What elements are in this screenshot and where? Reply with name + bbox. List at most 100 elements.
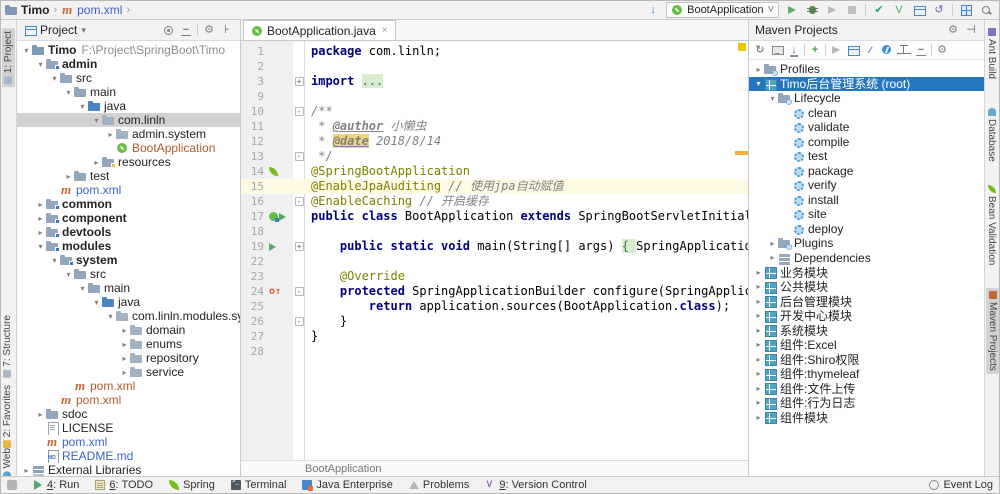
tree-row[interactable]: ▸ 组件:thymeleaf xyxy=(749,367,984,381)
chevron-icon[interactable]: ▾ xyxy=(35,242,46,251)
download-sources-icon[interactable] xyxy=(787,43,801,57)
tree-row[interactable]: ▾ admin xyxy=(17,57,240,71)
hide-panel-icon[interactable]: ⊣ xyxy=(964,23,978,37)
fold-marker-icon[interactable]: - xyxy=(294,317,304,326)
tree-row[interactable]: compile xyxy=(749,135,984,150)
chevron-icon[interactable]: ▸ xyxy=(35,200,46,209)
spring-leaf-gutter-icon[interactable] xyxy=(269,167,278,176)
gear-icon[interactable]: ⚙ xyxy=(946,23,960,37)
tree-row[interactable]: ▸ test xyxy=(17,169,240,183)
tree-row[interactable]: test xyxy=(749,149,984,164)
chevron-icon[interactable]: ▸ xyxy=(119,354,130,363)
code-line-28[interactable]: 28 xyxy=(241,344,748,359)
chevron-icon[interactable]: ▸ xyxy=(35,228,46,237)
locate-file-icon[interactable] xyxy=(161,23,175,37)
tree-row[interactable]: site xyxy=(749,207,984,222)
debug-button[interactable] xyxy=(805,3,819,17)
skip-tests-icon[interactable] xyxy=(863,43,877,57)
rollback-icon[interactable]: ↺ xyxy=(932,3,946,17)
tree-row[interactable]: ▸ service xyxy=(17,365,240,379)
tree-row[interactable]: ▸ Plugins xyxy=(749,236,984,251)
chevron-icon[interactable]: ▾ xyxy=(35,60,46,69)
chevron-icon[interactable]: ▸ xyxy=(753,340,764,349)
fold-marker-icon[interactable]: + xyxy=(294,242,304,251)
tool-stripe-web[interactable]: Web xyxy=(2,448,13,476)
add-maven-project-icon[interactable]: + xyxy=(808,43,822,57)
diff-window-icon[interactable] xyxy=(912,3,926,17)
chevron-icon[interactable]: ▸ xyxy=(119,340,130,349)
code-line-23[interactable]: 23 @Override xyxy=(241,269,748,284)
statusbar-terminal[interactable]: Terminal xyxy=(230,479,286,491)
update-project-icon[interactable]: V xyxy=(892,3,906,17)
chevron-icon[interactable]: ▾ xyxy=(91,298,102,307)
tree-row[interactable]: ▸ enums xyxy=(17,337,240,351)
search-everywhere-icon[interactable] xyxy=(979,3,993,17)
tree-row[interactable]: ▸ External Libraries xyxy=(17,463,240,476)
maven-goal-icon[interactable] xyxy=(880,43,894,57)
tree-row[interactable]: ▾ system xyxy=(17,253,240,267)
chevron-icon[interactable]: ▸ xyxy=(119,368,130,377)
code-line-12[interactable]: 12 * @date 2018/8/14 xyxy=(241,134,748,149)
tree-row[interactable]: ▾ Timo F:\Project\SpringBoot\Timo xyxy=(17,43,240,57)
chevron-icon[interactable]: ▸ xyxy=(767,253,778,262)
tree-row[interactable]: ▸ 组件:文件上传 xyxy=(749,381,984,396)
breadcrumb-file[interactable]: pom.xml xyxy=(77,3,122,17)
event-log-button[interactable]: Event Log xyxy=(929,479,993,491)
chevron-icon[interactable]: ▸ xyxy=(753,369,764,378)
close-icon[interactable]: × xyxy=(382,25,388,36)
tree-row[interactable]: ▸ domain xyxy=(17,323,240,337)
code-line-18[interactable]: 18 xyxy=(241,224,748,239)
code-line-22[interactable]: 22 xyxy=(241,254,748,269)
chevron-icon[interactable]: ▸ xyxy=(91,158,102,167)
run-button[interactable] xyxy=(785,3,799,17)
tree-row[interactable]: install xyxy=(749,193,984,208)
toolwindow-switcher-icon[interactable] xyxy=(7,480,17,490)
chevron-icon[interactable]: ▸ xyxy=(753,398,764,407)
tree-row[interactable]: ▸ common xyxy=(17,197,240,211)
tree-row[interactable]: ▾ com.linln.modules.system xyxy=(17,309,240,323)
code-line-11[interactable]: 11 * @author 小懒虫 xyxy=(241,119,748,134)
tree-row[interactable]: ▸ Profiles xyxy=(749,62,984,77)
statusbar-spring[interactable]: Spring xyxy=(169,479,215,491)
maven-settings-icon[interactable]: ⚙ xyxy=(935,43,949,57)
fold-marker-icon[interactable]: + xyxy=(294,77,304,86)
chevron-icon[interactable]: ▸ xyxy=(63,172,74,181)
tool-stripe-maven-projects[interactable]: Maven Projects xyxy=(986,288,999,374)
tree-row[interactable]: ▸ 开发中心模块 xyxy=(749,309,984,323)
stop-button[interactable] xyxy=(845,3,859,17)
chevron-icon[interactable]: ▸ xyxy=(753,268,764,277)
run-configuration-select[interactable]: BootApplication ˅ xyxy=(666,2,779,18)
run-maven-build-icon[interactable] xyxy=(829,43,843,57)
tree-row[interactable]: ▾ src xyxy=(17,71,240,85)
tree-row[interactable]: pom.xml xyxy=(17,435,240,449)
code-line-25[interactable]: 25 return application.sources(BootApplic… xyxy=(241,299,748,314)
chevron-icon[interactable]: ▸ xyxy=(35,410,46,419)
tool-stripe-favorites[interactable]: 2: Favorites xyxy=(2,385,13,449)
tree-row[interactable]: ▾ main xyxy=(17,281,240,295)
code-line-15[interactable]: 15 @EnableJpaAuditing // 使用jpa自动赋值 xyxy=(241,179,748,194)
tree-row[interactable]: ▸ resources xyxy=(17,155,240,169)
tree-row[interactable]: ▾ Timo后台管理系统 (root) xyxy=(749,76,984,91)
chevron-icon[interactable]: ▸ xyxy=(119,326,130,335)
statusbar-run[interactable]: 4: Run xyxy=(33,479,79,491)
tree-row[interactable]: ▸ 组件模块 xyxy=(749,410,984,425)
tool-stripe-database[interactable]: Database xyxy=(986,108,997,162)
fold-marker-icon[interactable]: - xyxy=(294,197,304,206)
tree-row[interactable]: verify xyxy=(749,178,984,193)
run-gutter-icon[interactable] xyxy=(269,242,276,251)
chevron-icon[interactable]: ▾ xyxy=(77,102,88,111)
chevron-icon[interactable]: ▸ xyxy=(753,282,764,291)
spring-bean-gutter-icon[interactable] xyxy=(269,212,279,222)
code-line-9[interactable]: 9 xyxy=(241,89,748,104)
statusbar-todo[interactable]: 6: TODO xyxy=(95,479,153,491)
statusbar-version-control[interactable]: 9: Version Control xyxy=(485,479,586,491)
tree-row[interactable]: README.md xyxy=(17,449,240,463)
chevron-icon[interactable]: ▸ xyxy=(767,239,778,248)
tree-row[interactable]: ▾ modules xyxy=(17,239,240,253)
fold-marker-icon[interactable]: - xyxy=(294,287,304,296)
code-line-13[interactable]: 13 - */ xyxy=(241,149,748,164)
tree-row[interactable]: ▸ 组件:Shiro权限 xyxy=(749,352,984,367)
chevron-icon[interactable]: ▾ xyxy=(63,88,74,97)
tree-row[interactable]: ▾ com.linln xyxy=(17,113,240,127)
tool-stripe-ant-build[interactable]: Ant Build xyxy=(986,28,997,79)
